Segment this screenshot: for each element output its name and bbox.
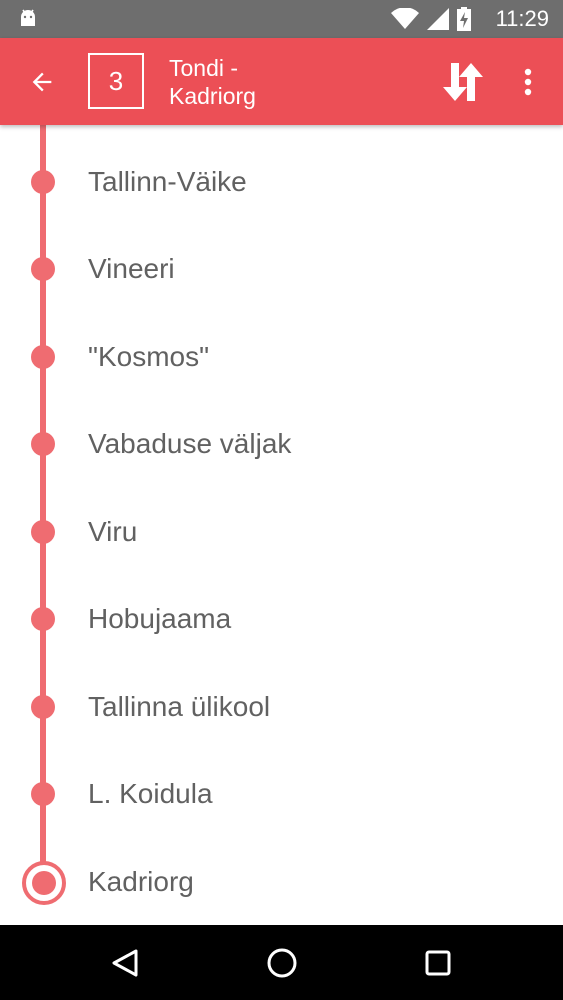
stop-name: Vabaduse väljak (88, 428, 292, 459)
stop-item[interactable]: Tallinn-Väike (0, 139, 563, 226)
stop-item-terminal[interactable]: Kadriorg (0, 839, 563, 926)
stop-name: Tallinna ülikool (88, 691, 271, 722)
swap-direction-button[interactable] (440, 62, 486, 102)
battery-charging-icon (457, 7, 471, 31)
stop-name: Hobujaama (88, 603, 232, 634)
back-arrow-icon (32, 72, 52, 92)
stop-dot-icon (31, 695, 55, 719)
stop-name: L. Koidula (88, 778, 213, 809)
wifi-icon (391, 8, 419, 29)
stop-dot-icon (31, 170, 55, 194)
stop-item[interactable]: Vineeri (0, 226, 563, 313)
home-circle-icon (267, 948, 297, 978)
stop-name: Kadriorg (88, 866, 194, 897)
cell-signal-icon (427, 8, 449, 30)
route-number-badge: 3 (88, 53, 144, 109)
stop-item[interactable]: Tallinna ülikool (0, 664, 563, 751)
nav-home-button[interactable] (262, 943, 302, 983)
stop-name: Tallinn-Väike (88, 166, 247, 197)
stop-name: "Kosmos" (88, 341, 210, 372)
stop-item[interactable]: "Kosmos" (0, 314, 563, 401)
stop-dot-icon (31, 520, 55, 544)
stop-dot-icon (31, 257, 55, 281)
stop-item[interactable]: Hobujaama (0, 576, 563, 663)
android-icon (21, 9, 35, 26)
more-vert-icon (524, 68, 532, 96)
stop-item[interactable]: L. Koidula (0, 751, 563, 838)
stop-dot-icon (31, 345, 55, 369)
recents-square-icon (425, 950, 451, 976)
route-title: Tondi - Kadriorg (169, 54, 369, 110)
stop-name: Viru (88, 516, 138, 547)
status-bar: 11:29 (0, 0, 563, 38)
app-bar: 3 Tondi - Kadriorg (0, 38, 563, 125)
stop-item[interactable]: Vabaduse väljak (0, 401, 563, 488)
route-title-line2: Kadriorg (169, 83, 256, 109)
stop-name: Vineeri (88, 253, 175, 284)
status-time: 11:29 (495, 6, 549, 31)
back-triangle-icon (112, 949, 138, 977)
route-title-line1: Tondi - (169, 55, 239, 81)
nav-recents-button[interactable] (418, 943, 458, 983)
stops-list: Tallinn-Väike Vineeri "Kosmos" Vabaduse … (0, 125, 563, 925)
stop-dot-icon (31, 782, 55, 806)
system-icons (391, 6, 471, 32)
terminal-stop-icon (22, 861, 66, 905)
system-navigation-bar (0, 925, 563, 1000)
swap-direction-icon (443, 63, 483, 101)
stop-dot-icon (31, 607, 55, 631)
back-button[interactable] (24, 64, 60, 100)
nav-back-button[interactable] (105, 943, 145, 983)
overflow-menu-button[interactable] (512, 64, 544, 100)
stop-item[interactable]: Viru (0, 489, 563, 576)
stop-dot-icon (31, 432, 55, 456)
